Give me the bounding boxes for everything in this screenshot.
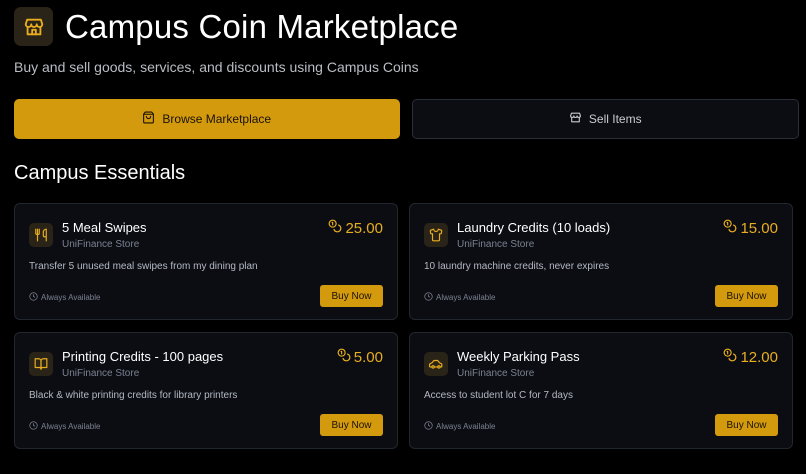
book-icon [29, 352, 53, 376]
clock-icon [29, 421, 38, 432]
tab-browse-marketplace[interactable]: Browse Marketplace [14, 99, 400, 139]
page-title: Campus Coin Marketplace [65, 7, 459, 45]
page-subtitle: Buy and sell goods, services, and discou… [14, 59, 419, 75]
clock-icon [29, 292, 38, 303]
product-description: 10 laundry machine credits, never expire… [424, 261, 610, 272]
bag-icon [142, 111, 155, 127]
tab-label: Browse Marketplace [162, 112, 272, 126]
buy-now-button[interactable]: Buy Now [320, 414, 383, 436]
section-title: Campus Essentials [14, 162, 186, 184]
buy-now-button[interactable]: Buy Now [320, 285, 383, 307]
product-store: UniFinance Store [457, 239, 535, 250]
availability: Always Available [424, 421, 495, 432]
page-header: Campus Coin Marketplace [14, 7, 458, 46]
coins-icon [723, 219, 737, 237]
utensils-icon [29, 223, 53, 247]
product-store: UniFinance Store [457, 368, 535, 379]
product-price: 15.00 [723, 219, 778, 237]
clock-icon [424, 421, 433, 432]
buy-now-button[interactable]: Buy Now [715, 414, 778, 436]
store-icon [569, 111, 582, 127]
shirt-icon [424, 223, 448, 247]
tab-sell-items[interactable]: Sell Items [411, 99, 799, 139]
price-value: 12.00 [740, 348, 778, 366]
coins-icon [337, 348, 351, 366]
availability-label: Always Available [41, 293, 101, 302]
product-card: Weekly Parking Pass UniFinance Store 12.… [409, 332, 793, 449]
product-store: UniFinance Store [62, 239, 140, 250]
tab-label: Sell Items [588, 112, 642, 126]
availability-label: Always Available [436, 422, 496, 431]
product-price: 12.00 [723, 348, 778, 366]
price-value: 15.00 [740, 219, 778, 237]
product-price: 5.00 [337, 348, 383, 366]
clock-icon [424, 292, 433, 303]
store-icon [14, 7, 53, 46]
buy-now-button[interactable]: Buy Now [715, 285, 778, 307]
product-price: 25.00 [328, 219, 383, 237]
product-name: Weekly Parking Pass [457, 349, 580, 364]
product-card: Laundry Credits (10 loads) UniFinance St… [409, 203, 793, 320]
availability-label: Always Available [41, 422, 101, 431]
tab-bar: Browse Marketplace Sell Items [14, 99, 799, 139]
availability: Always Available [424, 292, 495, 303]
availability: Always Available [29, 421, 100, 432]
product-description: Transfer 5 unused meal swipes from my di… [29, 261, 258, 272]
product-store: UniFinance Store [62, 368, 140, 379]
availability: Always Available [29, 292, 100, 303]
product-description: Black & white printing credits for libra… [29, 390, 238, 401]
product-name: 5 Meal Swipes [62, 220, 147, 235]
product-description: Access to student lot C for 7 days [424, 390, 573, 401]
coins-icon [723, 348, 737, 366]
coins-icon [328, 219, 342, 237]
car-icon [424, 352, 448, 376]
product-name: Printing Credits - 100 pages [62, 349, 224, 364]
product-card: 5 Meal Swipes UniFinance Store 25.00 Tra… [14, 203, 398, 320]
availability-label: Always Available [436, 293, 496, 302]
price-value: 5.00 [353, 348, 383, 366]
product-card: Printing Credits - 100 pages UniFinance … [14, 332, 398, 449]
product-name: Laundry Credits (10 loads) [457, 220, 611, 235]
price-value: 25.00 [345, 219, 383, 237]
